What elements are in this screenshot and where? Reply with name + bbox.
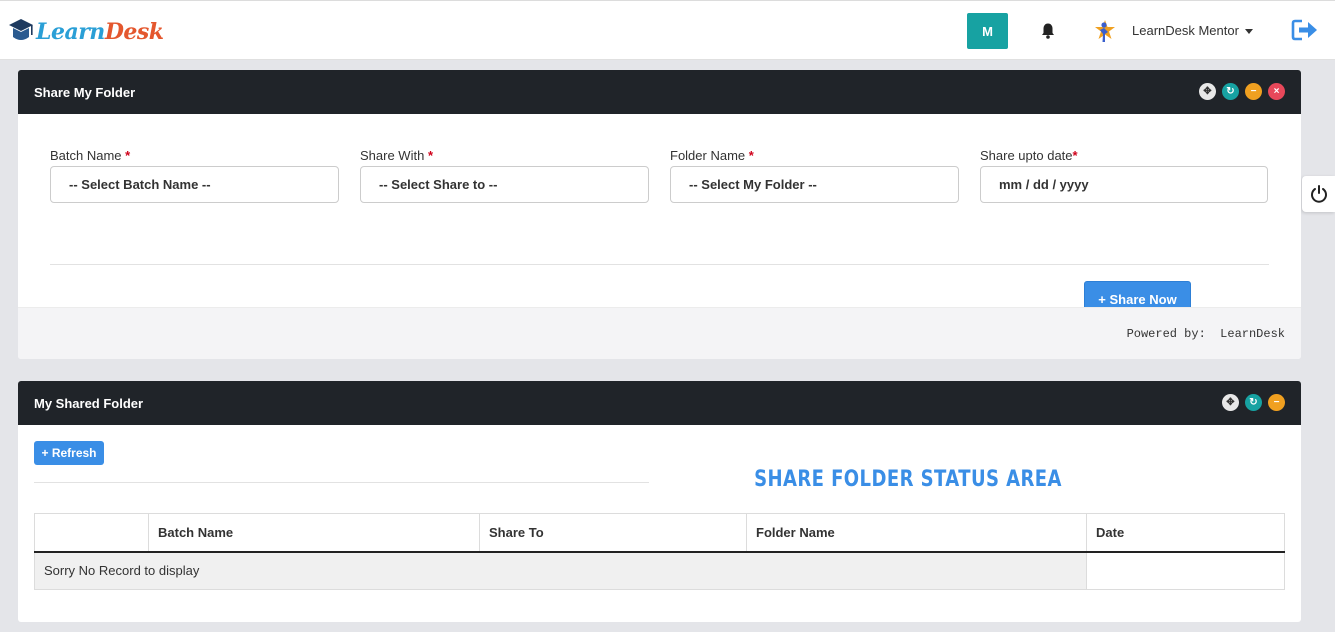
share-date-label: Share upto date* — [980, 148, 1078, 163]
collapse-icon[interactable]: − — [1268, 394, 1285, 411]
expand-icon[interactable]: ✥ — [1222, 394, 1239, 411]
share-date-field: Share upto date* mm / dd / yyyy — [980, 148, 1268, 203]
refresh-button[interactable]: + Refresh — [34, 441, 104, 465]
share-my-folder-panel: Share My Folder ✥ ↻ − × Batch Name * -- … — [18, 70, 1301, 359]
status-area-title: SHARE FOLDER STATUS AREA — [754, 467, 1062, 492]
panel-header: Share My Folder ✥ ↻ − × — [18, 70, 1301, 114]
expand-icon[interactable]: ✥ — [1199, 83, 1216, 100]
column-header-batch-name[interactable]: Batch Name — [148, 513, 480, 553]
column-header-share-to[interactable]: Share To — [479, 513, 747, 553]
refresh-divider — [34, 482, 649, 483]
panel-controls: ✥ ↻ − × — [1199, 83, 1285, 100]
shared-folder-body: + Refresh SHARE FOLDER STATUS AREA Batch… — [18, 425, 1301, 622]
bell-icon[interactable] — [1039, 22, 1057, 40]
user-logo-icon — [1095, 20, 1115, 42]
table-header-row: Batch Name Share To Folder Name Date — [34, 513, 1285, 553]
panel-title: My Shared Folder — [34, 395, 144, 411]
batch-name-label: Batch Name * — [50, 148, 131, 163]
mentor-avatar-button[interactable]: M — [967, 13, 1008, 49]
caret-down-icon — [1244, 29, 1253, 34]
share-with-field: Share With * -- Select Share to -- — [360, 148, 649, 203]
table-row: Sorry No Record to display — [34, 551, 1285, 590]
power-icon — [1310, 185, 1327, 203]
powered-by-text: Powered by: LearnDesk — [1126, 327, 1285, 341]
top-navbar: LearnDesk M LearnDesk Mentor — [0, 0, 1335, 60]
batch-name-field: Batch Name * -- Select Batch Name -- — [50, 148, 339, 203]
power-side-tab[interactable] — [1302, 176, 1335, 212]
share-with-label: Share With * — [360, 148, 433, 163]
share-date-input[interactable]: mm / dd / yyyy — [980, 166, 1268, 203]
share-with-select[interactable]: -- Select Share to -- — [360, 166, 649, 203]
column-header-folder-name[interactable]: Folder Name — [746, 513, 1087, 553]
folder-name-label: Folder Name * — [670, 148, 754, 163]
panel-title: Share My Folder — [34, 84, 136, 100]
column-header-date[interactable]: Date — [1086, 513, 1285, 553]
close-icon[interactable]: × — [1268, 83, 1285, 100]
panel-header: My Shared Folder ✥ ↻ − — [18, 381, 1301, 425]
reload-icon[interactable]: ↻ — [1222, 83, 1239, 100]
empty-cell — [1086, 551, 1285, 590]
panel-controls: ✥ ↻ − — [1222, 394, 1285, 411]
folder-name-field: Folder Name * -- Select My Folder -- — [670, 148, 959, 203]
logo-text: LearnDesk — [36, 19, 164, 45]
user-name-label: LearnDesk Mentor — [1132, 23, 1239, 38]
panel-footer: Powered by: LearnDesk — [18, 307, 1301, 359]
logout-icon[interactable] — [1291, 18, 1319, 42]
folder-name-select[interactable]: -- Select My Folder -- — [670, 166, 959, 203]
batch-name-select[interactable]: -- Select Batch Name -- — [50, 166, 339, 203]
empty-message: Sorry No Record to display — [34, 551, 1087, 590]
collapse-icon[interactable]: − — [1245, 83, 1262, 100]
graduation-cap-icon — [9, 19, 33, 40]
share-form: Batch Name * -- Select Batch Name -- Sha… — [18, 114, 1301, 318]
learndesk-logo[interactable]: LearnDesk — [8, 15, 164, 49]
shared-folder-table: Batch Name Share To Folder Name Date Sor… — [34, 513, 1285, 590]
user-menu-dropdown[interactable]: LearnDesk Mentor — [1132, 23, 1253, 38]
my-shared-folder-panel: My Shared Folder ✥ ↻ − + Refresh SHARE F… — [18, 381, 1301, 622]
form-divider — [50, 264, 1269, 265]
column-header-blank — [34, 513, 149, 553]
reload-icon[interactable]: ↻ — [1245, 394, 1262, 411]
